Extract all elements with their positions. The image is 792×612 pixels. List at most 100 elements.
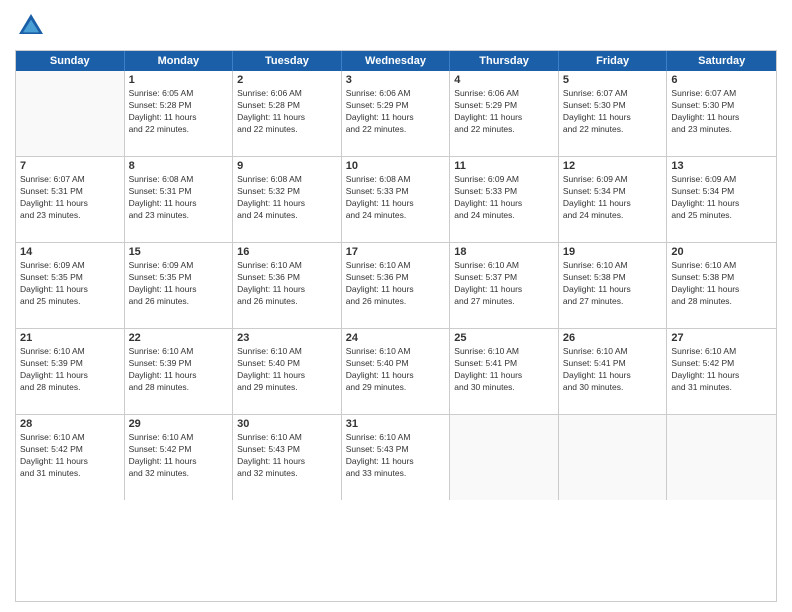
calendar-cell: 14 Sunrise: 6:09 AM Sunset: 5:35 PM Dayli… <box>16 243 125 328</box>
calendar-cell: 22 Sunrise: 6:10 AM Sunset: 5:39 PM Dayli… <box>125 329 234 414</box>
calendar-cell <box>559 415 668 500</box>
day-info: Sunrise: 6:08 AM Sunset: 5:32 PM Dayligh… <box>237 174 337 222</box>
day-number: 8 <box>129 160 229 172</box>
day-number: 13 <box>671 160 772 172</box>
calendar-cell: 4 Sunrise: 6:06 AM Sunset: 5:29 PM Daylig… <box>450 71 559 156</box>
calendar-cell: 3Sunrise: 6:06 AM Sunset: 5:29 PM Daylig… <box>342 71 451 156</box>
day-number: 22 <box>129 332 229 344</box>
day-number: 27 <box>671 332 772 344</box>
day-info: Sunrise: 6:09 AM Sunset: 5:33 PM Dayligh… <box>454 174 554 222</box>
day-info: Sunrise: 6:10 AM Sunset: 5:40 PM Dayligh… <box>346 346 446 394</box>
day-number: 28 <box>20 418 120 430</box>
day-number: 20 <box>671 246 772 258</box>
calendar-cell: 19 Sunrise: 6:10 AM Sunset: 5:38 PM Dayli… <box>559 243 668 328</box>
day-info: Sunrise: 6:10 AM Sunset: 5:43 PM Dayligh… <box>346 432 446 480</box>
day-number: 23 <box>237 332 337 344</box>
day-number: 2 <box>237 74 337 86</box>
calendar-cell: 10 Sunrise: 6:08 AM Sunset: 5:33 PM Dayli… <box>342 157 451 242</box>
weekday-header: Monday <box>125 51 234 71</box>
day-info: Sunrise: 6:10 AM Sunset: 5:42 PM Dayligh… <box>129 432 229 480</box>
day-number: 21 <box>20 332 120 344</box>
calendar-cell: 2 Sunrise: 6:06 AM Sunset: 5:28 PM Daylig… <box>233 71 342 156</box>
day-number: 14 <box>20 246 120 258</box>
day-info: Sunrise: 6:10 AM Sunset: 5:39 PM Dayligh… <box>20 346 120 394</box>
day-number: 26 <box>563 332 663 344</box>
calendar-cell: 23 Sunrise: 6:10 AM Sunset: 5:40 PM Dayli… <box>233 329 342 414</box>
calendar-cell: 5 Sunrise: 6:07 AM Sunset: 5:30 PM Daylig… <box>559 71 668 156</box>
day-info: Sunrise: 6:10 AM Sunset: 5:39 PM Dayligh… <box>129 346 229 394</box>
calendar-cell: 8 Sunrise: 6:08 AM Sunset: 5:31 PM Daylig… <box>125 157 234 242</box>
day-info: Sunrise: 6:07 AM Sunset: 5:30 PM Dayligh… <box>563 88 663 136</box>
day-number: 15 <box>129 246 229 258</box>
day-number: 6 <box>671 74 772 86</box>
day-number: 7 <box>20 160 120 172</box>
day-number: 30 <box>237 418 337 430</box>
calendar-cell: 24 Sunrise: 6:10 AM Sunset: 5:40 PM Dayli… <box>342 329 451 414</box>
day-info: Sunrise: 6:10 AM Sunset: 5:38 PM Dayligh… <box>563 260 663 308</box>
weekday-header: Saturday <box>667 51 776 71</box>
calendar: SundayMondayTuesdayWednesdayThursdayFrid… <box>15 50 777 602</box>
day-info: Sunrise: 6:05 AM Sunset: 5:28 PM Dayligh… <box>129 88 229 136</box>
day-info: Sunrise: 6:09 AM Sunset: 5:35 PM Dayligh… <box>129 260 229 308</box>
calendar-row: 1 Sunrise: 6:05 AM Sunset: 5:28 PM Daylig… <box>16 71 776 157</box>
calendar-cell: 31 Sunrise: 6:10 AM Sunset: 5:43 PM Dayli… <box>342 415 451 500</box>
day-info: Sunrise: 6:10 AM Sunset: 5:40 PM Dayligh… <box>237 346 337 394</box>
calendar-cell: 29 Sunrise: 6:10 AM Sunset: 5:42 PM Dayli… <box>125 415 234 500</box>
calendar-cell: 20 Sunrise: 6:10 AM Sunset: 5:38 PM Dayli… <box>667 243 776 328</box>
logo-icon <box>15 10 47 42</box>
day-number: 5 <box>563 74 663 86</box>
calendar-cell: 11 Sunrise: 6:09 AM Sunset: 5:33 PM Dayli… <box>450 157 559 242</box>
day-info: Sunrise: 6:10 AM Sunset: 5:42 PM Dayligh… <box>671 346 772 394</box>
calendar-cell: 17Sunrise: 6:10 AM Sunset: 5:36 PM Dayli… <box>342 243 451 328</box>
day-number: 25 <box>454 332 554 344</box>
weekday-header: Friday <box>559 51 668 71</box>
day-info: Sunrise: 6:08 AM Sunset: 5:31 PM Dayligh… <box>129 174 229 222</box>
calendar-cell: 7 Sunrise: 6:07 AM Sunset: 5:31 PM Daylig… <box>16 157 125 242</box>
day-number: 31 <box>346 418 446 430</box>
day-info: Sunrise: 6:10 AM Sunset: 5:43 PM Dayligh… <box>237 432 337 480</box>
day-info: Sunrise: 6:09 AM Sunset: 5:35 PM Dayligh… <box>20 260 120 308</box>
day-info: Sunrise: 6:10 AM Sunset: 5:38 PM Dayligh… <box>671 260 772 308</box>
day-info: Sunrise: 6:06 AM Sunset: 5:29 PM Dayligh… <box>454 88 554 136</box>
day-number: 19 <box>563 246 663 258</box>
day-info: Sunrise: 6:07 AM Sunset: 5:31 PM Dayligh… <box>20 174 120 222</box>
day-number: 4 <box>454 74 554 86</box>
day-number: 12 <box>563 160 663 172</box>
page: SundayMondayTuesdayWednesdayThursdayFrid… <box>0 0 792 612</box>
day-number: 16 <box>237 246 337 258</box>
day-number: 10 <box>346 160 446 172</box>
weekday-header: Tuesday <box>233 51 342 71</box>
calendar-cell: 28 Sunrise: 6:10 AM Sunset: 5:42 PM Dayli… <box>16 415 125 500</box>
calendar-cell <box>450 415 559 500</box>
weekday-header: Wednesday <box>342 51 451 71</box>
day-number: 11 <box>454 160 554 172</box>
calendar-cell: 25 Sunrise: 6:10 AM Sunset: 5:41 PM Dayli… <box>450 329 559 414</box>
calendar-header: SundayMondayTuesdayWednesdayThursdayFrid… <box>16 51 776 71</box>
calendar-row: 28 Sunrise: 6:10 AM Sunset: 5:42 PM Dayli… <box>16 415 776 500</box>
day-number: 1 <box>129 74 229 86</box>
day-info: Sunrise: 6:10 AM Sunset: 5:36 PM Dayligh… <box>237 260 337 308</box>
calendar-cell: 9 Sunrise: 6:08 AM Sunset: 5:32 PM Daylig… <box>233 157 342 242</box>
header <box>15 10 777 42</box>
day-number: 18 <box>454 246 554 258</box>
day-info: Sunrise: 6:07 AM Sunset: 5:30 PM Dayligh… <box>671 88 772 136</box>
day-info: Sunrise: 6:06 AM Sunset: 5:29 PM Dayligh… <box>346 88 446 136</box>
day-info: Sunrise: 6:06 AM Sunset: 5:28 PM Dayligh… <box>237 88 337 136</box>
calendar-cell: 27 Sunrise: 6:10 AM Sunset: 5:42 PM Dayli… <box>667 329 776 414</box>
day-number: 29 <box>129 418 229 430</box>
calendar-cell: 12Sunrise: 6:09 AM Sunset: 5:34 PM Dayli… <box>559 157 668 242</box>
calendar-body: 1 Sunrise: 6:05 AM Sunset: 5:28 PM Daylig… <box>16 71 776 500</box>
day-info: Sunrise: 6:10 AM Sunset: 5:42 PM Dayligh… <box>20 432 120 480</box>
day-info: Sunrise: 6:09 AM Sunset: 5:34 PM Dayligh… <box>671 174 772 222</box>
day-info: Sunrise: 6:08 AM Sunset: 5:33 PM Dayligh… <box>346 174 446 222</box>
day-number: 9 <box>237 160 337 172</box>
calendar-cell: 13 Sunrise: 6:09 AM Sunset: 5:34 PM Dayli… <box>667 157 776 242</box>
day-number: 24 <box>346 332 446 344</box>
day-info: Sunrise: 6:10 AM Sunset: 5:41 PM Dayligh… <box>454 346 554 394</box>
calendar-cell: 30 Sunrise: 6:10 AM Sunset: 5:43 PM Dayli… <box>233 415 342 500</box>
weekday-header: Thursday <box>450 51 559 71</box>
calendar-cell <box>667 415 776 500</box>
calendar-cell: 18Sunrise: 6:10 AM Sunset: 5:37 PM Dayli… <box>450 243 559 328</box>
day-info: Sunrise: 6:10 AM Sunset: 5:36 PM Dayligh… <box>346 260 446 308</box>
calendar-cell <box>16 71 125 156</box>
